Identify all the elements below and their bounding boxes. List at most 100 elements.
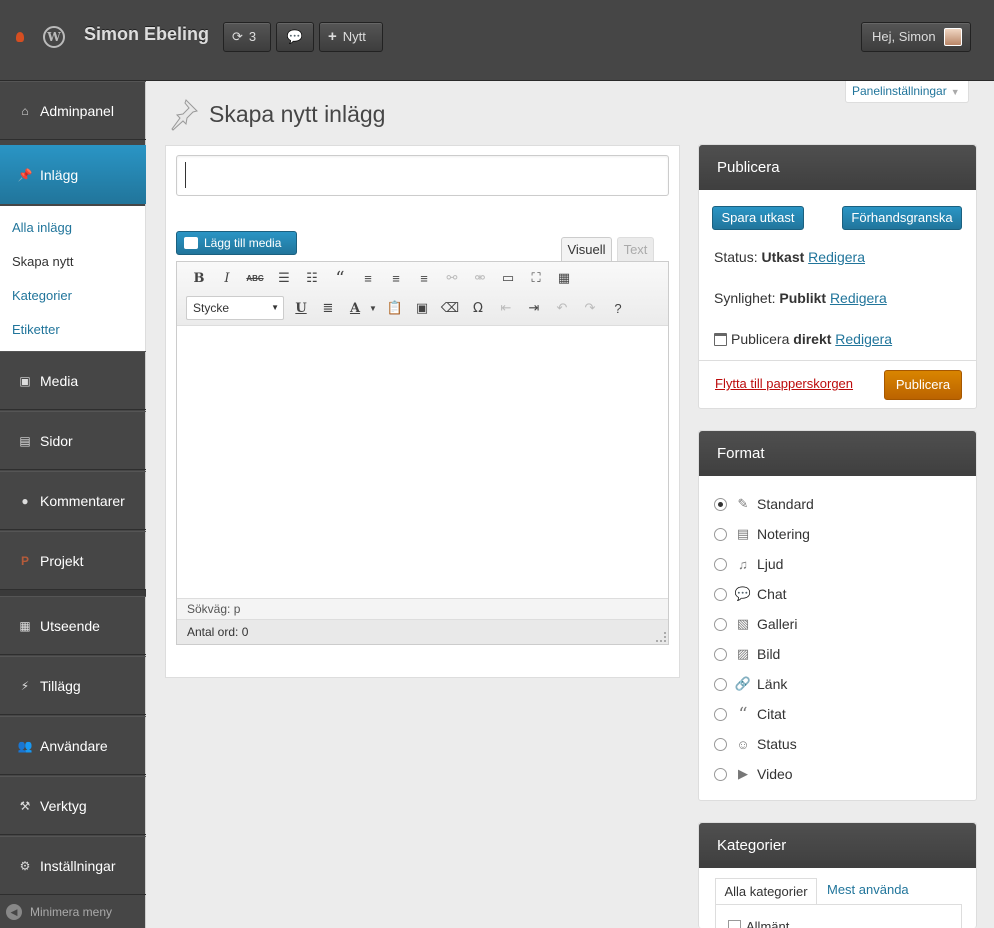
sidebar-item-plugins[interactable]: ⚡ Tillägg [0,656,146,715]
move-to-trash-link[interactable]: Flytta till papperskorgen [715,376,853,391]
submenu-tags[interactable]: Etiketter [12,322,60,337]
editor-toolbar: B I ABC ☰ ☷ “ ≡ ≡ ≡ ⚯ ⚮ ▭ ⛶ ▦ Stycke ▼ U… [177,262,668,326]
screen-options-toggle[interactable]: Panelinställningar ▼ [845,81,969,103]
account-menu[interactable]: Hej, Simon [861,22,971,52]
category-checklist: Allmänt [715,904,962,928]
sidebar-item-tools[interactable]: ⚒ Verktyg [0,776,146,835]
radio-button[interactable] [714,737,727,751]
format-option-status[interactable]: ☺ Status [714,734,797,754]
numbered-list-icon[interactable]: ☷ [302,268,322,288]
site-name-link[interactable]: Simon Ebeling [84,24,209,45]
sidebar-item-pages[interactable]: ▤ Sidor [0,411,146,470]
publish-box-header[interactable]: Publicera [699,145,976,190]
toolbar-toggle-icon[interactable]: ▦ [554,268,574,288]
category-checkbox[interactable] [728,920,741,928]
help-icon[interactable]: ? [608,298,628,318]
edit-visibility-link[interactable]: Redigera [830,290,887,306]
paste-word-icon[interactable]: ▣ [412,298,432,318]
bullet-list-icon[interactable]: ☰ [274,268,294,288]
radio-button[interactable] [714,557,727,571]
special-character-icon[interactable]: Ω [468,298,488,318]
format-option-quote[interactable]: “ Citat [714,704,786,725]
radio-button[interactable] [714,497,727,511]
project-icon: P [20,553,29,568]
format-box-header[interactable]: Format [699,431,976,476]
radio-button[interactable] [714,587,727,601]
tab-all-categories[interactable]: Alla kategorier [715,878,817,905]
sidebar-item-posts[interactable]: 📌 Inlägg [0,145,146,204]
read-more-icon[interactable]: ▭ [498,268,518,288]
indent-icon[interactable]: ⇥ [524,298,544,318]
tab-text[interactable]: Text [617,237,654,262]
publish-button[interactable]: Publicera [884,370,962,400]
fullscreen-icon[interactable]: ⛶ [526,268,546,288]
radio-button[interactable] [714,707,727,721]
edit-schedule-link[interactable]: Redigera [835,331,892,347]
submenu-all-posts[interactable]: Alla inlägg [12,220,72,235]
category-item[interactable]: Allmänt [728,919,789,928]
sidebar-item-settings[interactable]: ⚙ Inställningar [0,836,146,895]
format-option-aside[interactable]: ▤ Notering [714,524,810,544]
sidebar-item-media[interactable]: ▣ Media [0,351,146,410]
strikethrough-icon[interactable]: ABC [245,268,265,288]
sidebar-item-dashboard[interactable]: ⌂ Adminpanel [0,81,146,140]
editor-content-area[interactable] [177,327,668,597]
unlink-icon[interactable]: ⚮ [470,268,490,288]
tab-visual[interactable]: Visuell [561,237,612,262]
tab-most-used[interactable]: Mest använda [827,882,909,897]
text-color-dropdown-icon[interactable]: ▼ [363,298,383,318]
outdent-icon[interactable]: ⇤ [496,298,516,318]
radio-button[interactable] [714,677,727,691]
format-option-chat[interactable]: 💬 Chat [714,584,787,604]
sidebar-item-projects[interactable]: P Projekt [0,531,146,590]
add-media-button[interactable]: Lägg till media [176,231,297,255]
format-option-gallery[interactable]: ▧ Galleri [714,614,797,634]
categories-box-header[interactable]: Kategorier [699,823,976,868]
collapse-menu-button[interactable]: ◀ Minimera meny [0,896,146,928]
text-color-icon[interactable]: A [345,298,365,318]
underline-icon[interactable]: U [291,298,311,318]
wordpress-logo-icon[interactable]: W [43,26,65,48]
align-left-icon[interactable]: ≡ [358,268,378,288]
sidebar-item-comments[interactable]: ● Kommentarer [0,471,146,530]
clear-formatting-icon[interactable]: ⌫ [440,298,460,318]
sidebar-item-users[interactable]: 👥 Användare [0,716,146,775]
new-content-button[interactable]: + Nytt [319,22,383,52]
justify-icon[interactable]: ≣ [318,298,338,318]
admin-bar: W Simon Ebeling ⟳ 3 💬 + Nytt Hej, Simon [0,0,994,81]
insert-link-icon[interactable]: ⚯ [442,268,462,288]
format-option-standard[interactable]: ✎ Standard [714,494,814,514]
comments-button[interactable]: 💬 [276,22,314,52]
preview-button[interactable]: Förhandsgranska [842,206,962,230]
post-title-input[interactable] [176,155,669,196]
radio-button[interactable] [714,647,727,661]
edit-status-link[interactable]: Redigera [808,249,865,265]
align-right-icon[interactable]: ≡ [414,268,434,288]
format-select-value: Stycke [193,301,230,315]
format-option-image[interactable]: ▨ Bild [714,644,780,664]
submenu-categories[interactable]: Kategorier [12,288,72,303]
radio-button[interactable] [714,617,727,631]
bold-icon[interactable]: B [189,268,209,288]
align-center-icon[interactable]: ≡ [386,268,406,288]
format-option-audio[interactable]: ♫ Ljud [714,554,783,574]
radio-button[interactable] [714,767,727,781]
italic-icon[interactable]: I [217,268,237,288]
collapse-arrow-icon: ◀ [6,904,22,920]
redo-icon[interactable]: ↷ [580,298,600,318]
save-draft-button[interactable]: Spara utkast [712,206,804,230]
radio-button[interactable] [714,527,727,541]
updates-button[interactable]: ⟳ 3 [223,22,271,52]
submenu-add-new[interactable]: Skapa nytt [12,254,73,269]
format-option-video[interactable]: ▶ Video [714,764,793,784]
format-option-link[interactable]: 🔗 Länk [714,674,787,694]
paragraph-format-select[interactable]: Stycke ▼ [186,296,284,320]
media-icon [184,237,198,249]
undo-icon[interactable]: ↶ [552,298,572,318]
blockquote-icon[interactable]: “ [330,268,350,289]
calendar-icon [714,333,727,346]
sidebar-item-appearance[interactable]: ▦ Utseende [0,596,146,655]
paste-text-icon[interactable]: 📋 [385,298,405,318]
resize-handle[interactable] [656,632,666,642]
notification-icon[interactable] [16,32,24,42]
